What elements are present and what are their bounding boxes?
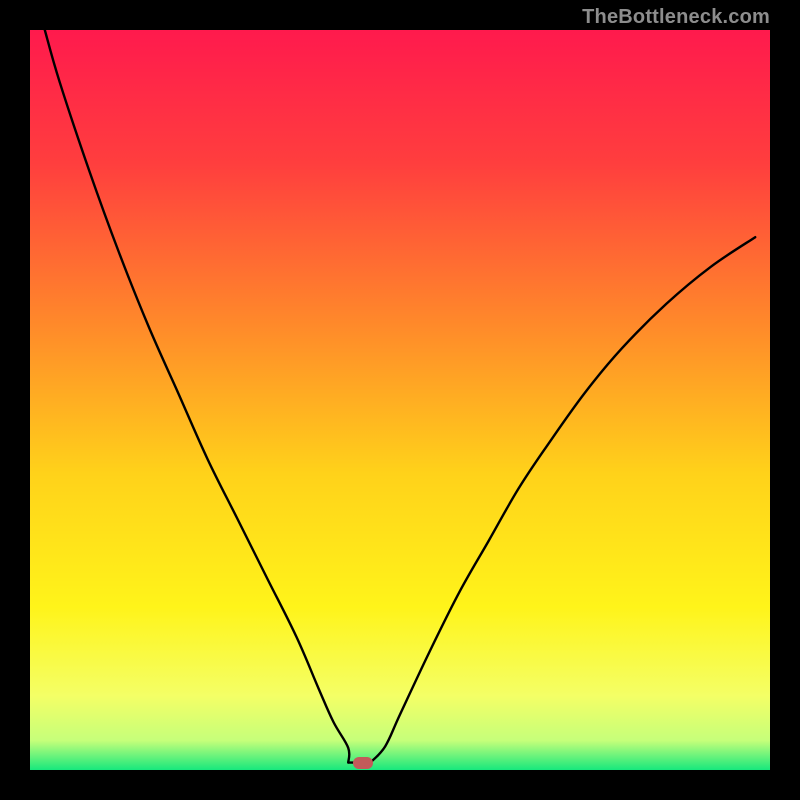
chart-frame: TheBottleneck.com [0,0,800,800]
watermark-text: TheBottleneck.com [582,6,770,29]
curve-right [369,237,755,764]
bottleneck-marker [353,757,373,769]
curve-svg [30,30,770,770]
curve-left [45,30,350,763]
